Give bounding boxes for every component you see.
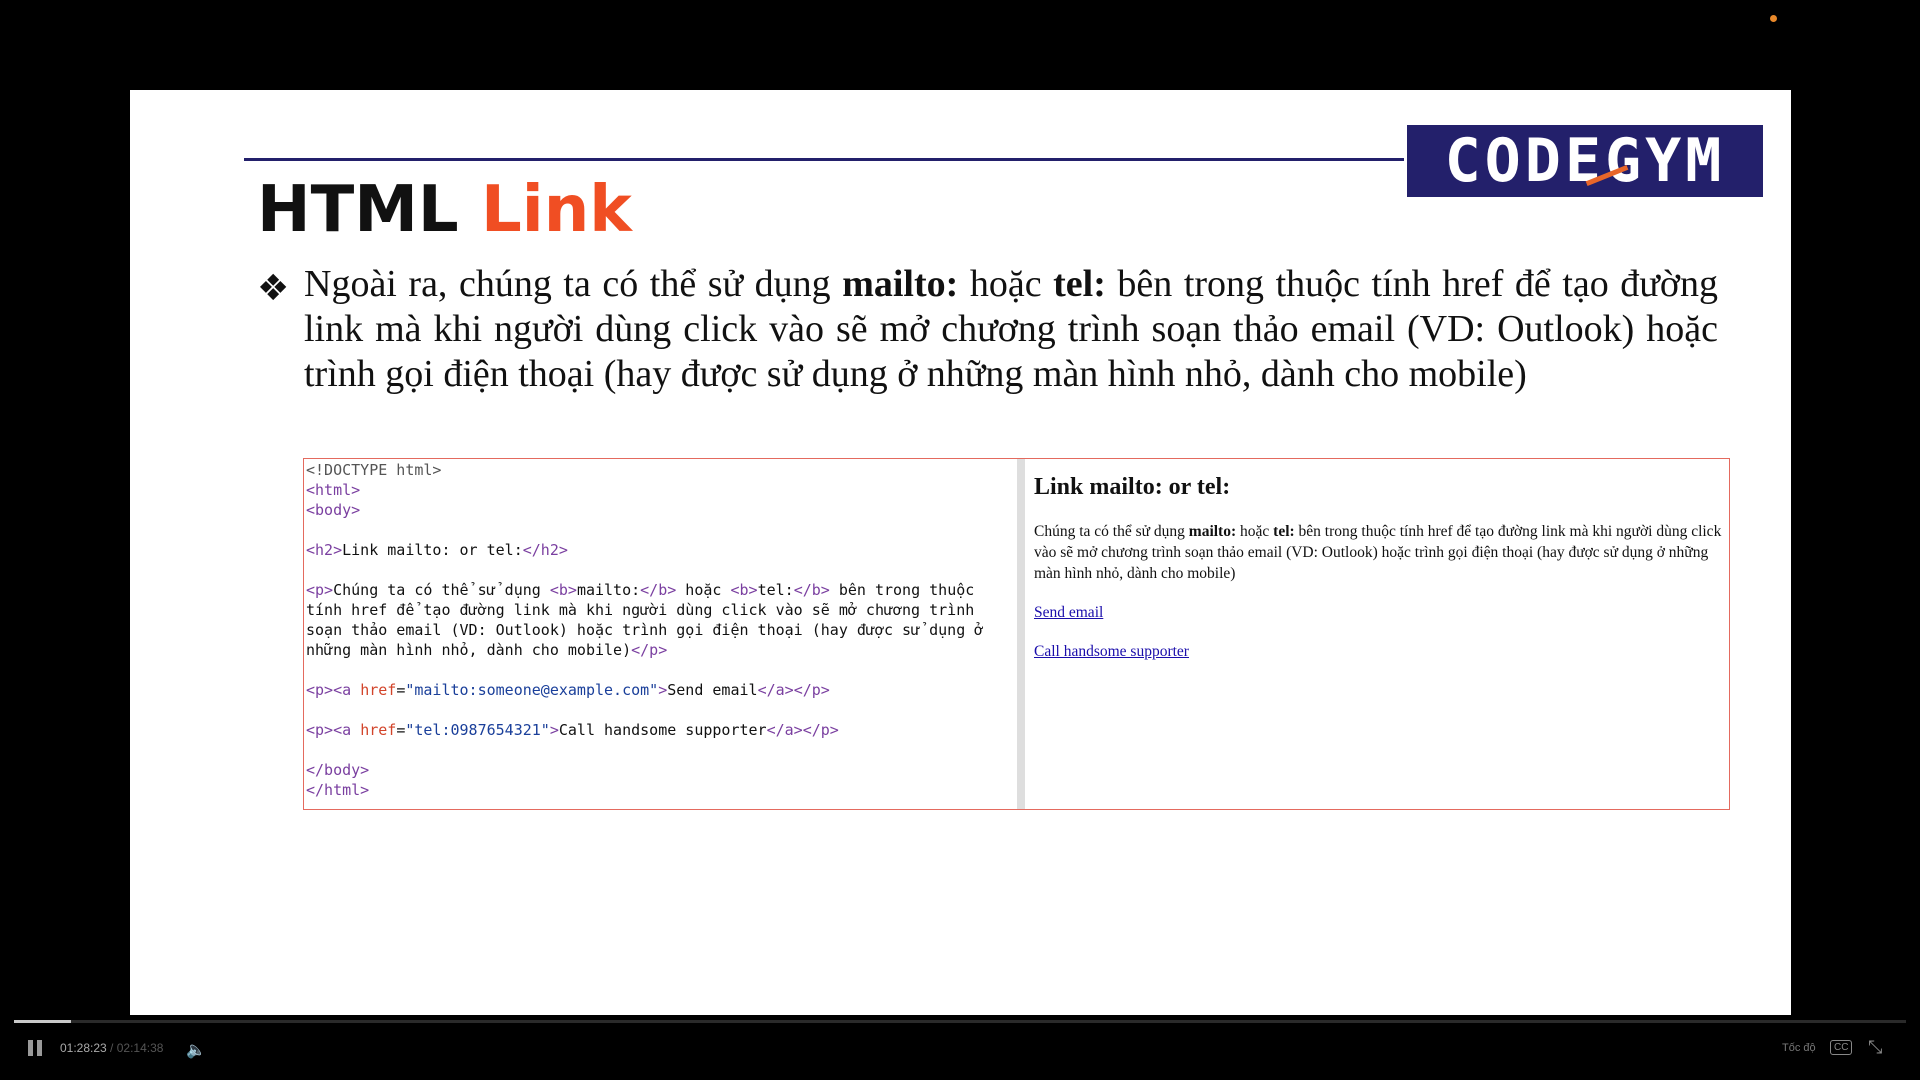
- code-h2-text: Link mailto: or tel:: [342, 541, 523, 559]
- code-h2-open: <h2>: [306, 541, 343, 559]
- code-p-open: <p>: [306, 681, 334, 699]
- code-a-close: </a>: [766, 721, 803, 739]
- code-b-text: tel:: [757, 581, 794, 599]
- total-time: 02:14:38: [116, 1041, 164, 1055]
- code-body-open: <body>: [306, 501, 361, 519]
- code-p-open: <p>: [306, 721, 334, 739]
- code-h2-close: </h2>: [522, 541, 568, 559]
- desc-bold-tel: tel:: [1273, 523, 1295, 540]
- desc-part: hoặc: [1236, 523, 1274, 540]
- code-html-open: <html>: [306, 481, 361, 499]
- code-p-text: hoặc: [676, 581, 731, 599]
- code-a-open: <a: [333, 681, 352, 699]
- code-demo-frame: <!DOCTYPE html> <html> <body> <h2>Link m…: [303, 458, 1730, 810]
- code-p-text: Chúng ta có thể sử dụng: [333, 581, 550, 599]
- code-p-close: </p>: [802, 721, 839, 739]
- code-eq: =: [396, 681, 406, 699]
- bullet-part: hoặc: [958, 263, 1054, 305]
- recording-dot: [1770, 15, 1777, 22]
- code-body-close: </body>: [306, 761, 370, 779]
- code-b-text: mailto:: [576, 581, 641, 599]
- volume-icon[interactable]: 🔈: [186, 1040, 206, 1060]
- progress-bar[interactable]: [14, 1020, 1906, 1023]
- time-separator: /: [106, 1041, 117, 1055]
- code-b-open: <b>: [730, 581, 758, 599]
- code-a-close: </a>: [757, 681, 794, 699]
- codegym-logo: CODEGYM: [1407, 125, 1763, 197]
- slide-title: HTML Link: [257, 170, 632, 250]
- logo-text: CODEGYM: [1444, 126, 1726, 196]
- desc-part: Chúng ta có thể sử dụng: [1034, 523, 1189, 540]
- code-mail-text: Send email: [667, 681, 758, 699]
- code-gt: >: [658, 681, 668, 699]
- current-time: 01:28:23: [60, 1041, 107, 1055]
- bullet-part: Ngoài ra, chúng ta có thể sử dụng: [304, 263, 843, 305]
- code-b-close: </b>: [640, 581, 677, 599]
- code-editor[interactable]: <!DOCTYPE html> <html> <body> <h2>Link m…: [304, 459, 1017, 809]
- code-eq: =: [396, 721, 406, 739]
- progress-fill: [14, 1020, 71, 1023]
- bullet-bold-tel: tel:: [1053, 263, 1106, 305]
- code-p-close: </p>: [631, 641, 668, 659]
- time-display: 01:28:23 / 02:14:38: [60, 1041, 163, 1055]
- preview-pane: Link mailto: or tel: Chúng ta có thể sử …: [1034, 459, 1723, 809]
- exit-fullscreen-icon[interactable]: ⤡: [1868, 1037, 1882, 1058]
- code-p-close: </p>: [793, 681, 830, 699]
- slide: CODEGYM HTML Link ❖ Ngoài ra, chúng ta c…: [130, 90, 1791, 1015]
- code-doctype: <!DOCTYPE html>: [306, 461, 442, 479]
- pane-divider[interactable]: [1017, 459, 1025, 809]
- bullet-text: Ngoài ra, chúng ta có thể sử dụng mailto…: [304, 262, 1718, 397]
- captions-button[interactable]: CC: [1830, 1040, 1853, 1055]
- title-rule: [244, 158, 1404, 161]
- code-gt: >: [549, 721, 559, 739]
- send-email-link[interactable]: Send email: [1034, 602, 1103, 623]
- code-mail-href: "mailto:someone@example.com": [405, 681, 659, 699]
- title-link: Link: [480, 173, 632, 247]
- bullet-icon: ❖: [257, 268, 290, 309]
- code-tel-href: "tel:0987654321": [405, 721, 550, 739]
- speed-button[interactable]: Tốc độ: [1782, 1042, 1816, 1054]
- preview-heading: Link mailto: or tel:: [1034, 474, 1231, 500]
- code-a-open: <a: [333, 721, 352, 739]
- code-p-open: <p>: [306, 581, 334, 599]
- code-href-attr: href: [360, 721, 397, 739]
- preview-description: Chúng ta có thể sử dụng mailto: hoặc tel…: [1034, 521, 1723, 584]
- call-supporter-link[interactable]: Call handsome supporter: [1034, 641, 1189, 662]
- code-href-attr: href: [360, 681, 397, 699]
- pause-icon[interactable]: [28, 1040, 42, 1056]
- code-b-close: </b>: [793, 581, 830, 599]
- code-html-close: </html>: [306, 781, 370, 799]
- desc-bold-mailto: mailto:: [1188, 523, 1237, 540]
- code-b-open: <b>: [549, 581, 577, 599]
- title-html: HTML: [257, 173, 459, 247]
- code-tel-text: Call handsome supporter: [558, 721, 767, 739]
- bullet-bold-mailto: mailto:: [842, 263, 959, 305]
